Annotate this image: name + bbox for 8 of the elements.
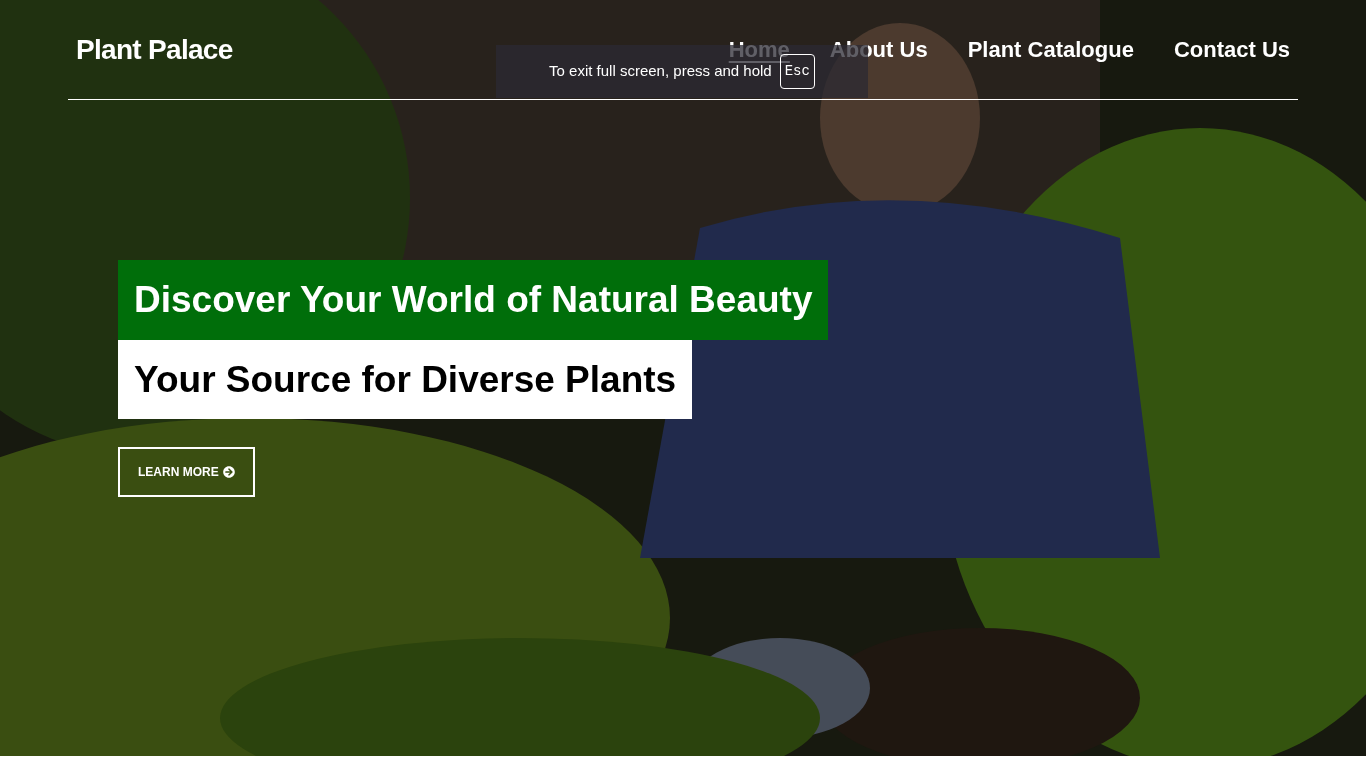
nav-link[interactable]: Contact Us [1173, 33, 1290, 66]
notice-text: To exit full screen, press and hold [549, 61, 772, 82]
hero-subheadline: Your Source for Diverse Plants [118, 339, 693, 419]
arrow-icon [222, 466, 235, 478]
learn-more-button[interactable]: LEARN MORE [118, 447, 255, 497]
nav-link[interactable]: Plant Catalogue [967, 33, 1134, 66]
logo[interactable]: Plant Palace [76, 28, 233, 71]
hero-headline: Discover Your World of Natural Beauty [118, 260, 829, 340]
